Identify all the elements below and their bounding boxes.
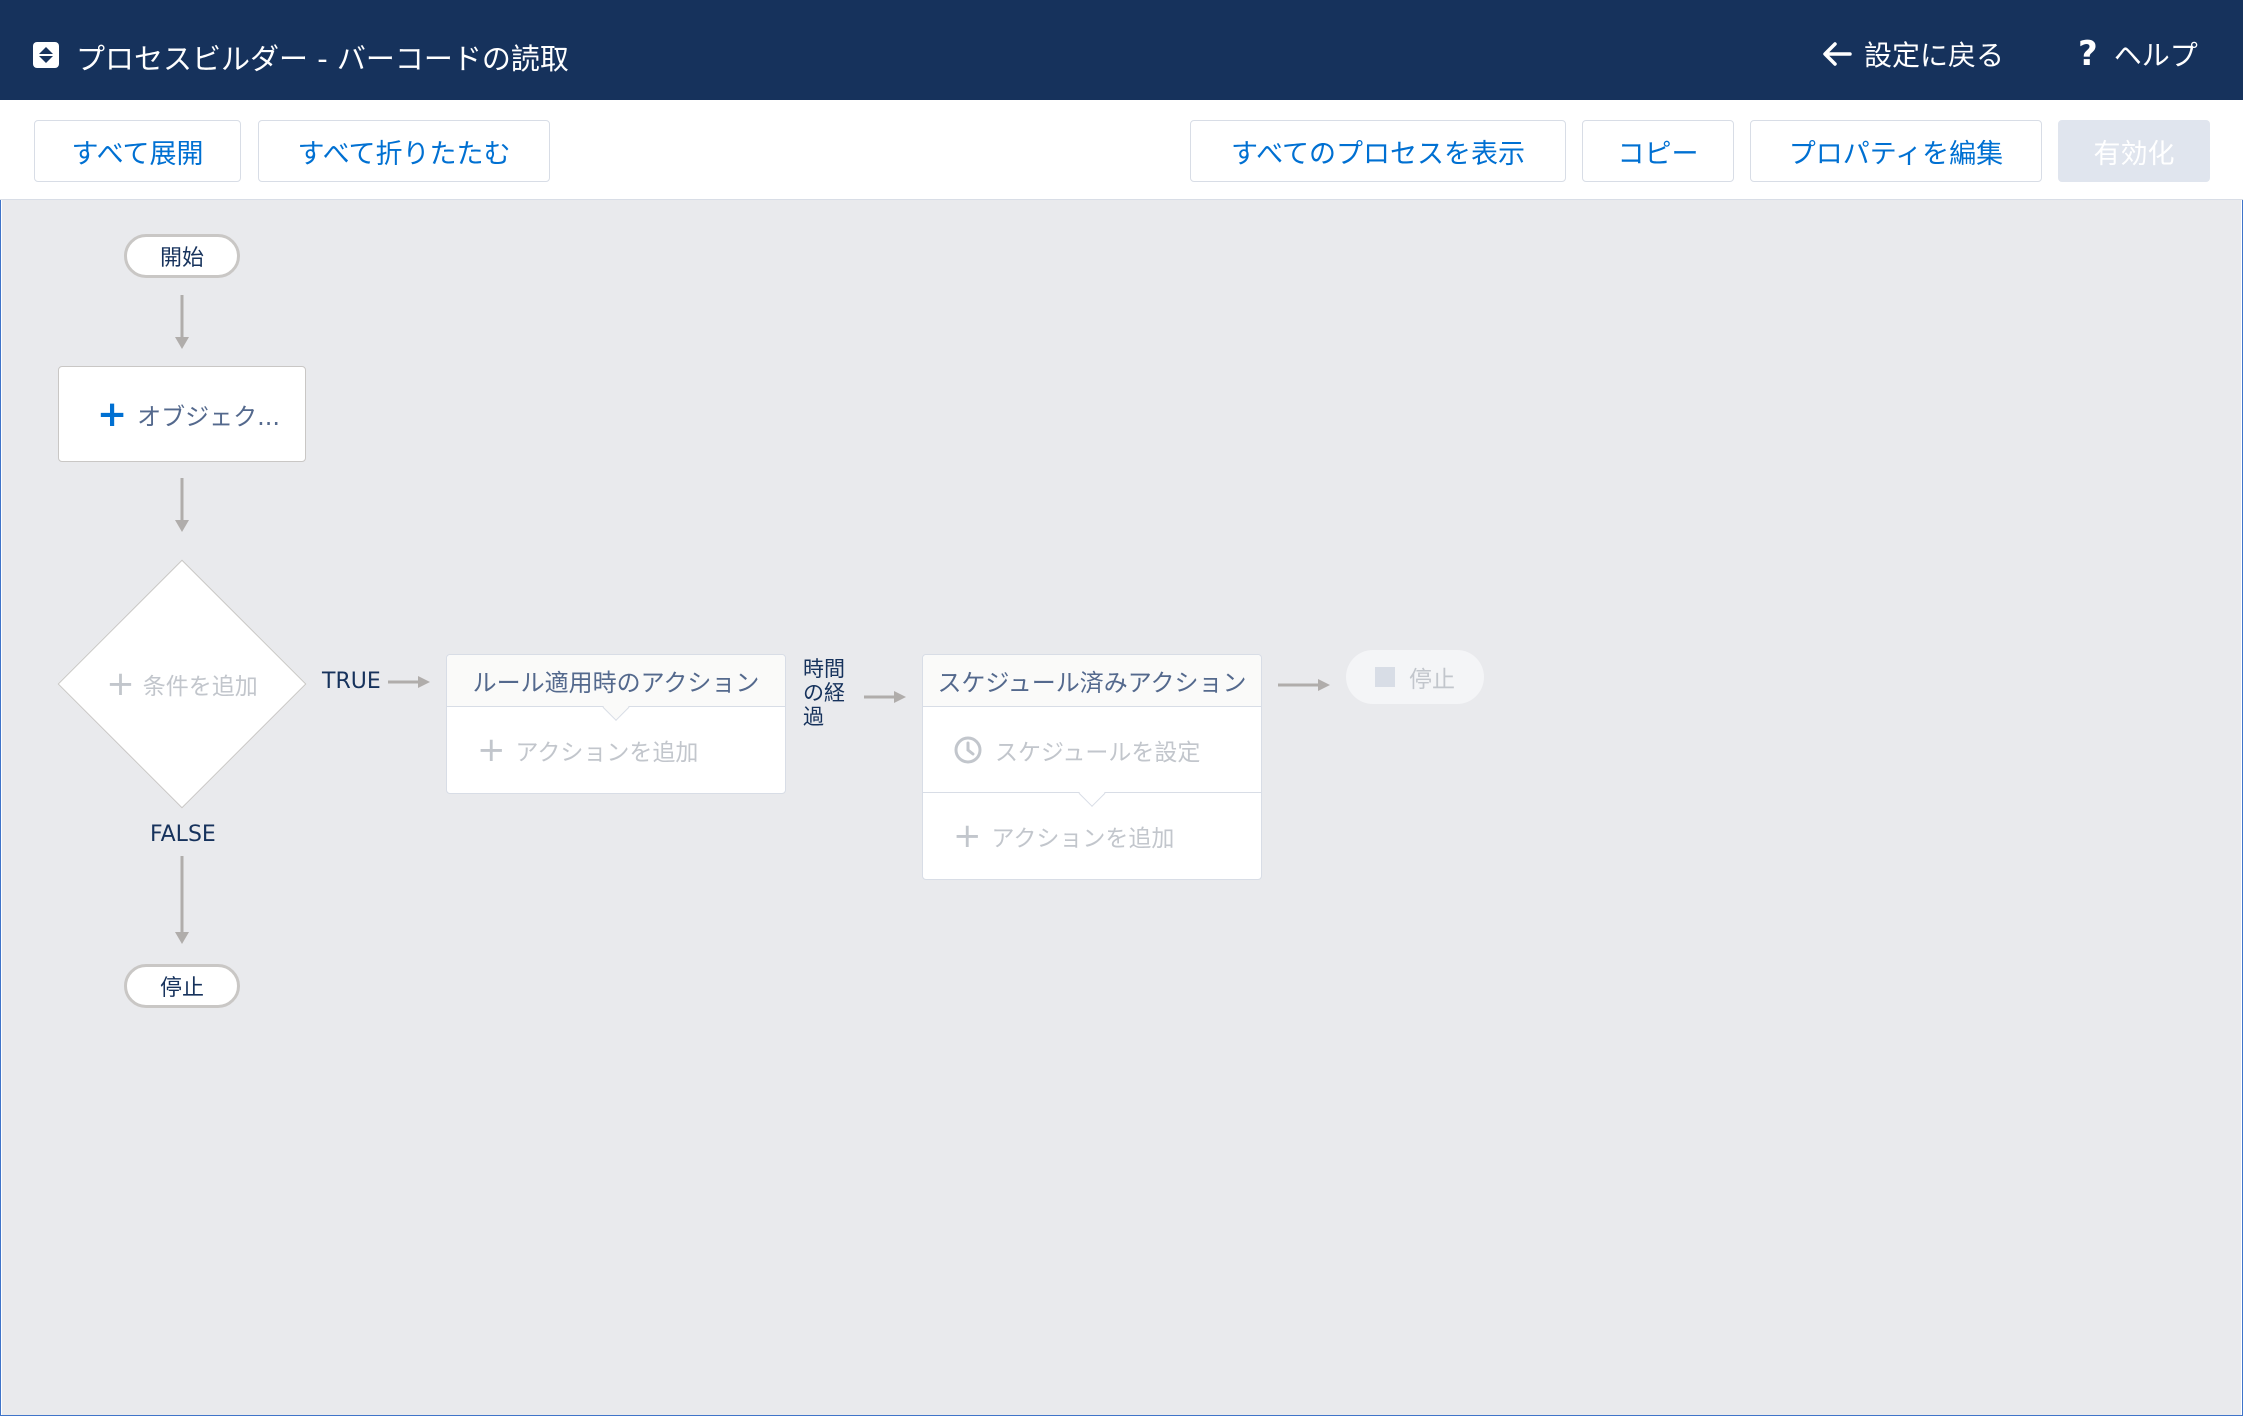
view-all-processes-button[interactable]: すべてのプロセスを表示 — [1190, 120, 1566, 182]
back-to-setup-link[interactable]: 設定に戻る — [1822, 34, 2004, 74]
activate-button: 有効化 — [2058, 120, 2210, 182]
stop-node: 停止 — [124, 964, 240, 1008]
end-stop-node: 停止 — [1346, 650, 1484, 704]
process-builder-icon — [33, 42, 59, 68]
page-title: プロセスビルダー - バーコードの読取 — [76, 42, 569, 76]
arrow-down-icon — [175, 295, 189, 349]
app-header: プロセスビルダー - バーコードの読取 設定に戻る ? ヘルプ — [0, 0, 2243, 100]
plus-icon: + — [97, 393, 128, 435]
arrow-right-icon — [1278, 679, 1330, 691]
stop-icon — [1375, 667, 1395, 687]
add-object-node[interactable]: + オブジェク... — [58, 366, 306, 462]
expand-all-button[interactable]: すべて展開 — [34, 120, 241, 182]
add-scheduled-action-label: アクションを追加 — [991, 826, 1175, 852]
scheduled-actions-title: スケジュール済みアクション — [937, 669, 1247, 697]
plus-icon: + — [953, 816, 982, 856]
arrow-down-icon — [175, 856, 189, 944]
collapse-all-button[interactable]: すべて折りたたむ — [258, 120, 550, 182]
help-link[interactable]: ? ヘルプ — [2078, 34, 2198, 74]
false-label: FALSE — [150, 822, 216, 847]
back-to-setup-label: 設定に戻る — [1864, 39, 2005, 72]
add-criteria-node[interactable]: + 条件を追加 — [57, 559, 307, 809]
immediate-actions-header: ルール適用時のアクション — [447, 655, 785, 721]
scheduled-actions-header: スケジュール済みアクション — [923, 655, 1261, 707]
process-canvas: 開始 + オブジェク... + 条件を追加 TRUE FALSE 停止 ルール適… — [2, 200, 2241, 1415]
clock-icon — [954, 736, 982, 763]
help-label: ヘルプ — [2113, 39, 2198, 72]
set-schedule-label: スケジュールを設定 — [995, 739, 1201, 766]
true-label: TRUE — [322, 669, 381, 694]
immediate-actions-title: ルール適用時のアクション — [472, 669, 760, 697]
arrow-right-icon — [864, 691, 906, 703]
immediate-actions-group: ルール適用時のアクション + アクションを追加 — [446, 654, 786, 794]
toolbar: すべて展開 すべて折りたたむ すべてのプロセスを表示 コピー プロパティを編集 … — [0, 100, 2243, 200]
add-action-label: アクションを追加 — [515, 740, 699, 766]
plus-icon: + — [106, 664, 135, 704]
add-criteria-label-wrap: + 条件を追加 — [58, 560, 306, 808]
plus-icon: + — [477, 730, 506, 770]
help-icon: ? — [2078, 34, 2098, 74]
add-criteria-label: 条件を追加 — [142, 674, 258, 700]
arrow-down-icon — [175, 478, 189, 532]
scheduled-actions-group: スケジュール済みアクション スケジュールを設定 + アクションを追加 — [922, 654, 1262, 880]
arrow-left-icon — [1823, 42, 1852, 66]
time-elapsed-label: 時間の経過 — [803, 657, 845, 729]
copy-button[interactable]: コピー — [1582, 120, 1734, 182]
end-stop-label: 停止 — [1409, 667, 1455, 693]
start-node: 開始 — [124, 234, 240, 278]
add-object-label: オブジェク... — [137, 402, 281, 431]
edit-properties-button[interactable]: プロパティを編集 — [1750, 120, 2042, 182]
arrow-right-icon — [388, 676, 430, 688]
set-schedule-row[interactable]: スケジュールを設定 — [923, 707, 1261, 807]
